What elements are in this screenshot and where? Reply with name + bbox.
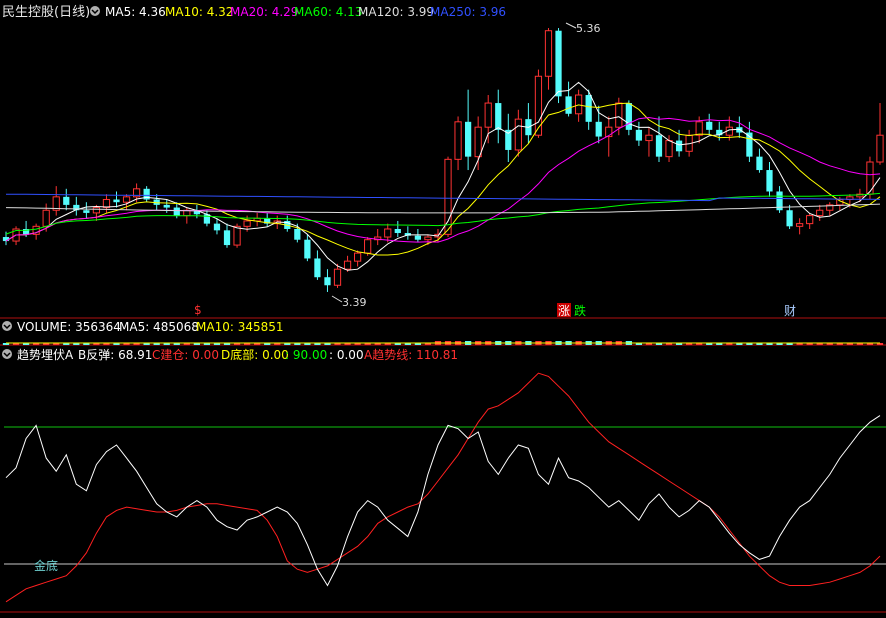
candle-body bbox=[484, 102, 492, 128]
candle-body bbox=[333, 268, 342, 286]
indicator-c-label: C建仓: 0.00 bbox=[152, 348, 219, 362]
candle-body bbox=[615, 102, 623, 128]
volume-header: VOLUME: 356364 MA5: 485068 MA10: 345851 bbox=[2, 320, 284, 334]
candle-body bbox=[675, 140, 683, 152]
candle-body bbox=[113, 199, 120, 203]
candle-body bbox=[655, 135, 663, 157]
candle-body bbox=[544, 30, 553, 77]
candle-body bbox=[92, 207, 101, 214]
candle-body bbox=[102, 199, 111, 209]
candle-body bbox=[223, 230, 231, 246]
candle-body bbox=[474, 126, 482, 158]
candle-body bbox=[233, 225, 241, 246]
chevron-down-icon[interactable] bbox=[2, 321, 12, 331]
indicator-jindi-label: 金底 bbox=[34, 558, 58, 573]
price-header: 民生控股(日线) MA5: 4.36 MA10: 4.32 MA20: 4.29… bbox=[2, 5, 506, 20]
candle-body bbox=[756, 156, 763, 171]
ma120-label: MA120: 3.99 bbox=[358, 5, 434, 19]
candle-body bbox=[173, 207, 180, 216]
ma250-label: MA250: 3.96 bbox=[430, 5, 506, 19]
chevron-down-icon[interactable] bbox=[90, 6, 100, 16]
candle-body bbox=[394, 228, 401, 234]
candle-body bbox=[213, 223, 221, 231]
candle-body bbox=[243, 220, 251, 227]
candle-body bbox=[665, 140, 673, 158]
candle-body bbox=[595, 121, 602, 137]
candle-body bbox=[343, 260, 352, 270]
candle-body bbox=[314, 258, 321, 278]
candle-body bbox=[645, 134, 653, 142]
high-price-annotation: 5.36 bbox=[576, 22, 601, 35]
indicator-d-label: D底部: 0.00 bbox=[221, 347, 289, 362]
candle-body bbox=[465, 121, 472, 157]
marker-s: $ bbox=[194, 303, 202, 317]
candle-body bbox=[706, 121, 713, 130]
candle-body bbox=[454, 121, 462, 160]
candle-body bbox=[816, 209, 824, 217]
chart-background bbox=[0, 0, 886, 618]
volume-label: VOLUME: 356364 bbox=[17, 320, 121, 334]
volume-ma5-label: MA5: 485068 bbox=[119, 320, 199, 334]
indicator-e-label: : 90.00 bbox=[285, 348, 327, 362]
indicator-header: 趋势埋伏A B反弹: 68.91 C建仓: 0.00 D底部: 0.00 : 9… bbox=[2, 347, 458, 362]
candle-body bbox=[384, 228, 392, 238]
candle-body bbox=[304, 239, 311, 259]
candle-body bbox=[42, 209, 50, 227]
stock-chart: 民生控股(日线) MA5: 4.36 MA10: 4.32 MA20: 4.29… bbox=[0, 0, 886, 618]
stock-title[interactable]: 民生控股(日线) bbox=[2, 5, 90, 20]
ma5-label: MA5: 4.36 bbox=[105, 5, 166, 19]
candle-body bbox=[414, 235, 421, 240]
marker-zhang: 涨 bbox=[558, 303, 570, 318]
candle-body bbox=[83, 210, 90, 213]
indicator-f-label: : 0.00 bbox=[329, 348, 364, 362]
candle-body bbox=[796, 223, 804, 227]
candle-body bbox=[424, 236, 432, 241]
indicator-name: 趋势埋伏A bbox=[17, 348, 74, 362]
candle-body bbox=[635, 129, 643, 141]
candle-body bbox=[625, 103, 632, 130]
candle-body bbox=[122, 196, 131, 203]
chevron-down-icon[interactable] bbox=[2, 349, 12, 359]
indicator-b-label: B反弹: 68.91 bbox=[78, 348, 152, 362]
marker-cai: 财 bbox=[784, 304, 796, 318]
candle-body bbox=[2, 237, 10, 242]
candle-body bbox=[63, 196, 70, 205]
candle-body bbox=[876, 134, 884, 163]
candle-body bbox=[294, 228, 301, 240]
candle-body bbox=[585, 95, 592, 122]
marker-die: 跌 bbox=[574, 303, 586, 318]
ma10-label: MA10: 4.32 bbox=[165, 5, 233, 19]
low-price-annotation: 3.39 bbox=[342, 296, 367, 309]
candle-body bbox=[495, 103, 502, 130]
volume-ma10-label: MA10: 345851 bbox=[196, 320, 284, 334]
candle-body bbox=[565, 96, 572, 114]
ma20-label: MA20: 4.29 bbox=[230, 5, 298, 19]
candle-body bbox=[514, 118, 522, 151]
candle-body bbox=[786, 210, 793, 227]
candle-body bbox=[766, 170, 773, 192]
candle-body bbox=[806, 215, 814, 225]
candle-body bbox=[324, 277, 331, 286]
ma60-label: MA60: 4.13 bbox=[294, 5, 362, 19]
candle-body bbox=[364, 239, 372, 254]
indicator-a-label: A趋势线: 110.81 bbox=[364, 348, 458, 362]
candle-body bbox=[444, 158, 452, 235]
candle-body bbox=[695, 121, 703, 136]
candle-body bbox=[163, 204, 170, 208]
candle-body bbox=[555, 30, 562, 97]
candle-body bbox=[353, 252, 362, 262]
candle-body bbox=[534, 75, 543, 136]
